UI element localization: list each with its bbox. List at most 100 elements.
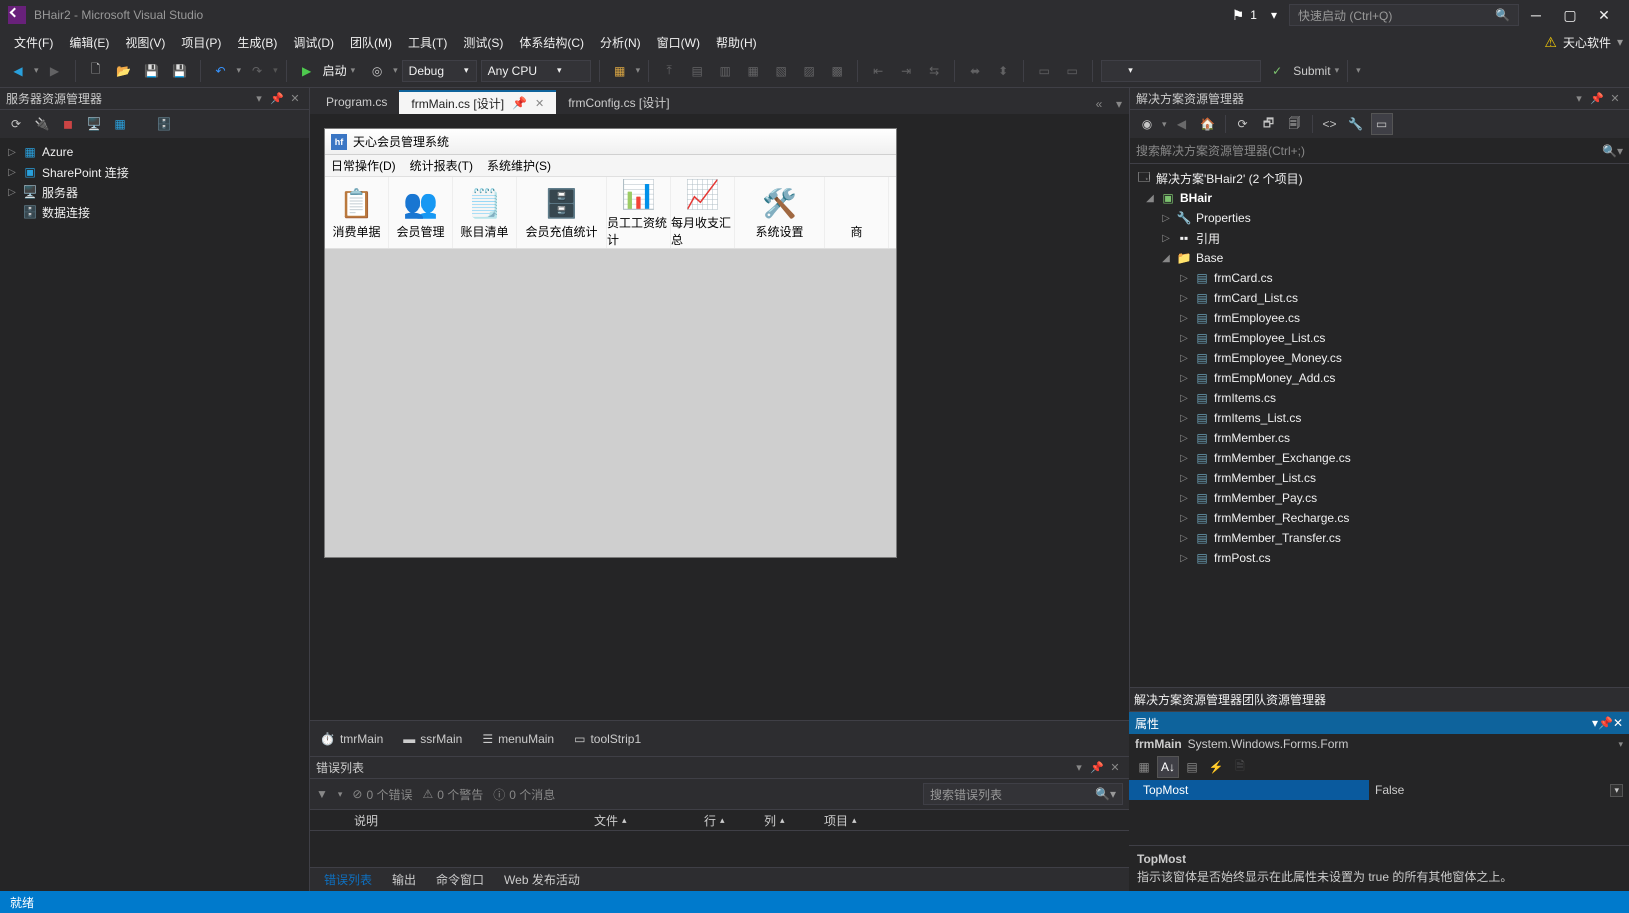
categorized-icon[interactable]: ▦ bbox=[1133, 756, 1155, 778]
form-menu-sys[interactable]: 系统维护(S) bbox=[487, 157, 551, 174]
sol-back-icon[interactable]: ◀ bbox=[1171, 113, 1193, 135]
component-tmrmain[interactable]: ⏱️tmrMain bbox=[320, 732, 383, 746]
quick-launch-input[interactable]: 快速启动 (Ctrl+Q) 🔍 bbox=[1289, 4, 1519, 26]
col-file[interactable]: 文件▴ bbox=[584, 812, 694, 829]
tree-item-data[interactable]: 🗄️数据连接 bbox=[0, 202, 309, 222]
menu-edit[interactable]: 编辑(E) bbox=[61, 31, 117, 54]
form-tool-1[interactable]: 👥会员管理 bbox=[389, 177, 453, 248]
col-desc[interactable]: 说明 bbox=[344, 812, 584, 829]
designed-form[interactable]: hf 天心会员管理系统 日常操作(D) 统计报表(T) 系统维护(S) 📋消费单… bbox=[324, 128, 897, 558]
form-tool-2[interactable]: 🗒️账目清单 bbox=[453, 177, 517, 248]
add-server-icon[interactable]: 🖥️ bbox=[84, 114, 104, 134]
file-frmEmpMoney_Add-cs[interactable]: ▷▤frmEmpMoney_Add.cs bbox=[1130, 368, 1629, 388]
property-row-topmost[interactable]: TopMost False▾ bbox=[1129, 780, 1629, 800]
tab-frmconfig[interactable]: frmConfig.cs [设计] bbox=[556, 90, 681, 114]
file-frmEmployee_Money-cs[interactable]: ▷▤frmEmployee_Money.cs bbox=[1130, 348, 1629, 368]
sol-preview-icon[interactable]: ▭ bbox=[1371, 113, 1393, 135]
project-bhair[interactable]: ◢▣BHair bbox=[1130, 188, 1629, 208]
col-line[interactable]: 行▴ bbox=[694, 812, 754, 829]
form-menustrip[interactable]: 日常操作(D) 统计报表(T) 系统维护(S) bbox=[325, 155, 896, 177]
warnings-filter[interactable]: ⚠0 个警告 bbox=[423, 786, 484, 803]
events-icon[interactable]: ⚡ bbox=[1205, 756, 1227, 778]
close-pane-icon[interactable]: ✕ bbox=[1107, 760, 1123, 776]
alphabetical-icon[interactable]: A↓ bbox=[1157, 756, 1179, 778]
notification-dropdown-icon[interactable]: ▾ bbox=[1271, 8, 1277, 22]
brand-text[interactable]: 天心软件 bbox=[1563, 34, 1611, 51]
close-button[interactable]: ✕ bbox=[1587, 2, 1621, 28]
new-project-button[interactable]: 🗋 bbox=[84, 59, 108, 83]
form-designer-surface[interactable]: hf 天心会员管理系统 日常操作(D) 统计报表(T) 系统维护(S) 📋消费单… bbox=[310, 114, 1129, 720]
start-debug-button[interactable]: ▶ bbox=[295, 59, 319, 83]
pin-tab-icon[interactable]: 📌 bbox=[512, 96, 527, 110]
menu-view[interactable]: 视图(V) bbox=[117, 31, 173, 54]
messages-filter[interactable]: ⓘ0 个消息 bbox=[493, 786, 555, 803]
debug-target-button[interactable]: ◎ bbox=[365, 59, 389, 83]
node-references[interactable]: ▷▪▪引用 bbox=[1130, 228, 1629, 248]
solution-root[interactable]: 🗔解决方案'BHair2' (2 个项目) bbox=[1130, 168, 1629, 188]
file-frmMember-cs[interactable]: ▷▤frmMember.cs bbox=[1130, 428, 1629, 448]
tab-webpub[interactable]: Web 发布活动 bbox=[494, 868, 590, 891]
component-tray[interactable]: ⏱️tmrMain ▬ssrMain ☰menuMain ▭toolStrip1 bbox=[310, 720, 1129, 756]
submit-icon[interactable]: ✓ bbox=[1265, 59, 1289, 83]
file-frmCard_List-cs[interactable]: ▷▤frmCard_List.cs bbox=[1130, 288, 1629, 308]
file-frmMember_Transfer-cs[interactable]: ▷▤frmMember_Transfer.cs bbox=[1130, 528, 1629, 548]
close-pane-icon[interactable]: ✕ bbox=[1613, 716, 1623, 730]
form-menu-daily[interactable]: 日常操作(D) bbox=[331, 157, 396, 174]
refresh-icon[interactable]: ⟳ bbox=[6, 114, 26, 134]
node-properties[interactable]: ▷🔧Properties bbox=[1130, 208, 1629, 228]
tab-scroll-left-icon[interactable]: « bbox=[1089, 94, 1109, 114]
menu-window[interactable]: 窗口(W) bbox=[649, 31, 708, 54]
minimize-button[interactable]: ─ bbox=[1519, 2, 1553, 28]
menu-build[interactable]: 生成(B) bbox=[229, 31, 285, 54]
tab-solution-explorer[interactable]: 解决方案资源管理器 bbox=[1134, 691, 1242, 708]
file-frmMember_Pay-cs[interactable]: ▷▤frmMember_Pay.cs bbox=[1130, 488, 1629, 508]
file-frmEmployee-cs[interactable]: ▷▤frmEmployee.cs bbox=[1130, 308, 1629, 328]
tab-errorlist[interactable]: 错误列表 bbox=[314, 868, 382, 891]
home-icon[interactable]: ◉ bbox=[1136, 113, 1158, 135]
tab-frmmain[interactable]: frmMain.cs [设计]📌✕ bbox=[399, 90, 556, 114]
tab-dropdown-icon[interactable]: ▾ bbox=[1109, 94, 1129, 114]
sol-sync-icon[interactable]: ⟳ bbox=[1232, 113, 1254, 135]
close-tab-icon[interactable]: ✕ bbox=[535, 97, 544, 110]
start-label[interactable]: 启动 bbox=[323, 62, 347, 79]
menu-file[interactable]: 文件(F) bbox=[6, 31, 61, 54]
form-toolstrip[interactable]: 📋消费单据👥会员管理🗒️账目清单🗄️会员充值统计📊员工工资统计📈每月收支汇总🛠️… bbox=[325, 177, 896, 249]
menu-test[interactable]: 测试(S) bbox=[455, 31, 511, 54]
form-tool-3[interactable]: 🗄️会员充值统计 bbox=[517, 177, 607, 248]
file-frmCard-cs[interactable]: ▷▤frmCard.cs bbox=[1130, 268, 1629, 288]
component-menumain[interactable]: ☰menuMain bbox=[482, 732, 554, 746]
file-frmMember_List-cs[interactable]: ▷▤frmMember_List.cs bbox=[1130, 468, 1629, 488]
menu-analyze[interactable]: 分析(N) bbox=[592, 31, 649, 54]
tree-item-servers[interactable]: ▷🖥️服务器 bbox=[0, 182, 309, 202]
form-tool-6[interactable]: 🛠️系统设置 bbox=[735, 177, 825, 248]
close-pane-icon[interactable]: ✕ bbox=[287, 91, 303, 107]
filter-icon[interactable]: ▼ bbox=[316, 787, 328, 801]
sol-showall-icon[interactable]: 🗐 bbox=[1284, 113, 1306, 135]
layout-icon[interactable]: ▦ bbox=[608, 59, 632, 83]
notification-count[interactable]: 1 bbox=[1250, 8, 1257, 22]
dropdown-icon[interactable]: ▾ bbox=[251, 91, 267, 107]
error-search-input[interactable]: 搜索错误列表🔍▾ bbox=[923, 783, 1123, 805]
nav-back-button[interactable]: ◀ bbox=[6, 59, 30, 83]
form-menu-report[interactable]: 统计报表(T) bbox=[410, 157, 473, 174]
tree-item-sharepoint[interactable]: ▷▣SharePoint 连接 bbox=[0, 162, 309, 182]
maximize-button[interactable]: ▢ bbox=[1553, 2, 1587, 28]
db-connect-icon[interactable]: 🗄️ bbox=[154, 114, 174, 134]
menu-help[interactable]: 帮助(H) bbox=[708, 31, 765, 54]
redo-button[interactable]: ↷ bbox=[245, 59, 269, 83]
empty-combo[interactable]: ▾ bbox=[1101, 60, 1261, 82]
tab-team-explorer[interactable]: 团队资源管理器 bbox=[1242, 691, 1326, 708]
nav-fwd-button[interactable]: ▶ bbox=[43, 59, 67, 83]
azure-connect-icon[interactable]: ▦ bbox=[110, 114, 130, 134]
file-frmMember_Recharge-cs[interactable]: ▷▤frmMember_Recharge.cs bbox=[1130, 508, 1629, 528]
menu-tools[interactable]: 工具(T) bbox=[400, 31, 455, 54]
tab-program[interactable]: Program.cs bbox=[314, 90, 399, 114]
sol-code-icon[interactable]: <> bbox=[1319, 113, 1341, 135]
submit-label[interactable]: Submit bbox=[1293, 64, 1330, 78]
properties-object[interactable]: frmMainSystem.Windows.Forms.Form ▾ bbox=[1129, 734, 1629, 754]
flag-icon[interactable]: ⚑ bbox=[1232, 7, 1245, 24]
menu-project[interactable]: 项目(P) bbox=[173, 31, 229, 54]
prop-pages-icon[interactable]: 🗎 bbox=[1229, 756, 1251, 778]
undo-button[interactable]: ↶ bbox=[209, 59, 233, 83]
pin-icon[interactable]: 📌 bbox=[269, 91, 285, 107]
